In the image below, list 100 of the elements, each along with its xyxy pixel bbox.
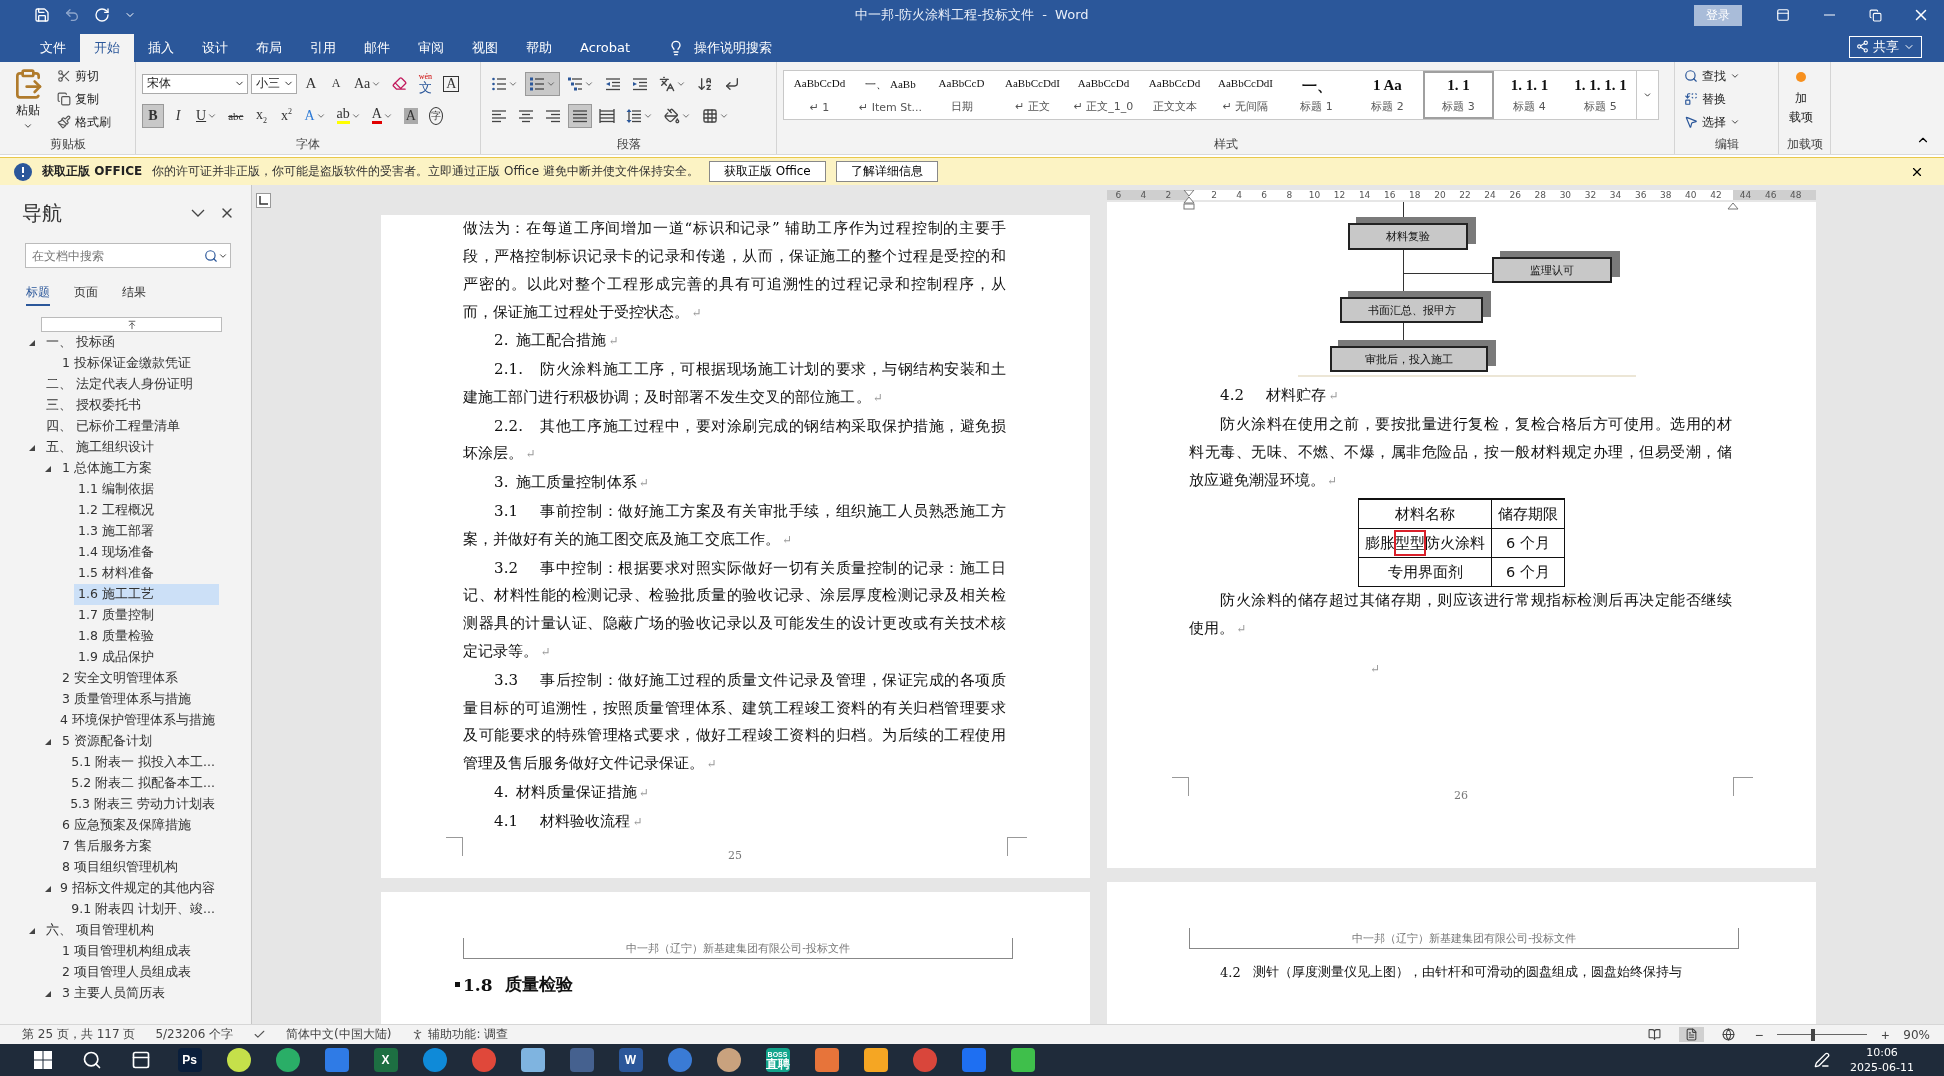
nav-heading-item[interactable]: 5.2 附表二 拟配备本工... <box>67 773 219 795</box>
ribbon-tab[interactable]: 审阅 <box>404 33 458 62</box>
replace-button[interactable]: 替换 <box>1681 88 1743 110</box>
effects-button[interactable]: A <box>300 103 330 128</box>
tab-stop-selector[interactable] <box>256 193 271 209</box>
nav-heading-item[interactable]: 8 项目组织管理机构 <box>58 857 219 879</box>
ribbon-tab[interactable]: 开始 <box>80 33 134 62</box>
expanded-arrow-icon[interactable] <box>28 926 36 935</box>
nav-heading-item[interactable]: 1.4 现场准备 <box>74 542 219 564</box>
pane-tab[interactable]: 标题 <box>26 284 50 307</box>
ribbon-tab[interactable]: 设计 <box>188 33 242 62</box>
clock[interactable]: 10:06 2025-06-11 <box>1850 1046 1914 1074</box>
slider-thumb[interactable] <box>1811 1028 1816 1041</box>
nav-heading-item[interactable]: 9 招标文件规定的其他内容 <box>56 878 219 900</box>
nav-heading-item[interactable]: 1 项目管理机构组成表 <box>58 941 219 963</box>
phonetic-button[interactable]: wén 文 <box>414 71 437 96</box>
nav-heading-item[interactable]: 1.6 施工工艺 <box>74 584 219 606</box>
taskbar-app-button[interactable]: X <box>361 1044 410 1076</box>
nav-heading-item[interactable]: 二、 法定代表人身份证明 <box>42 374 219 396</box>
nav-heading-item[interactable]: 1.7 质量控制 <box>74 605 219 627</box>
highlight-button[interactable]: ab <box>332 103 365 128</box>
nav-heading-item[interactable]: 六、 项目管理机构 <box>42 920 219 942</box>
ribbon-tab[interactable]: 引用 <box>296 33 350 62</box>
cut-button[interactable]: 剪切 <box>54 65 114 87</box>
nav-heading-item[interactable]: 2 项目管理人员组成表 <box>58 962 219 984</box>
nav-heading-item[interactable]: 9.1 附表四 计划开、竣... <box>67 899 219 921</box>
nav-heading-item[interactable]: 5.3 附表三 劳动力计划表 <box>66 794 219 816</box>
ribbon-tab[interactable]: 布局 <box>242 33 296 62</box>
sup-button[interactable]: x$^{2}$ <box>275 103 298 128</box>
search-field[interactable]: 在文档中搜索 <box>25 243 231 269</box>
pane-tab[interactable]: 结果 <box>122 284 146 307</box>
shading-button[interactable]: A <box>399 103 422 128</box>
indent-marker-icon[interactable] <box>1183 190 1195 211</box>
sub-button[interactable]: x$_{2}$ <box>250 103 273 128</box>
save-button[interactable] <box>32 5 52 25</box>
case-button[interactable]: Aa <box>350 71 386 96</box>
pane-options-button[interactable] <box>191 209 205 218</box>
underline-button[interactable]: U <box>192 103 222 128</box>
share-button[interactable]: 共享 <box>1849 35 1922 58</box>
nav-heading-item[interactable]: 7 售后服务方案 <box>58 836 219 858</box>
add-ins-button[interactable]: 加 载项 <box>1785 65 1817 137</box>
style-item[interactable]: 1. 1 标题 3 <box>1423 70 1494 119</box>
tell-me-search[interactable]: 操作说明搜索 <box>662 33 779 62</box>
expanded-arrow-icon[interactable] <box>28 443 36 452</box>
font-size-field[interactable]: 小三 <box>251 73 297 94</box>
message-button[interactable]: 获取正版 Office <box>708 161 826 183</box>
bold-button[interactable]: B <box>142 103 164 128</box>
nav-heading-item[interactable]: 1 投标保证金缴款凭证 <box>58 353 219 375</box>
ribbon-tab[interactable]: 文件 <box>26 33 80 62</box>
select-button[interactable]: 选择 <box>1681 111 1743 133</box>
message-button[interactable]: 了解详细信息 <box>835 161 938 183</box>
painter-button[interactable]: 格式刷 <box>54 111 114 133</box>
expanded-arrow-icon[interactable] <box>44 737 52 746</box>
enclose-button[interactable]: 字 <box>425 103 447 128</box>
expanded-arrow-icon[interactable] <box>28 338 36 347</box>
nav-heading-item[interactable]: 1.5 材料准备 <box>74 563 219 585</box>
nav-heading-item[interactable]: 一、 投标函 <box>42 332 219 354</box>
nav-heading-item[interactable]: 2 安全文明管理体系 <box>58 668 219 690</box>
expanded-arrow-icon[interactable] <box>44 989 52 998</box>
justify-button[interactable] <box>568 103 592 128</box>
color-button[interactable]: A <box>367 103 397 128</box>
paste-button[interactable]: 粘贴 <box>6 65 50 137</box>
nav-heading-item[interactable]: 4 环境保护管理体系与措施 <box>56 710 219 732</box>
redo-button[interactable] <box>92 5 112 25</box>
zoom-out-button[interactable]: − <box>1752 1026 1766 1043</box>
nav-heading-item[interactable]: 1.1 编制依据 <box>74 479 219 501</box>
nav-heading-item[interactable]: 5.1 附表一 拟投入本工... <box>67 752 219 774</box>
ribbon-tab[interactable]: 视图 <box>458 33 512 62</box>
nav-heading-item[interactable]: 三、 授权委托书 <box>42 395 219 417</box>
expanded-arrow-icon[interactable] <box>44 464 52 473</box>
strike-button[interactable]: abc <box>224 103 248 128</box>
nav-heading-item[interactable]: 四、 已标价工程量清单 <box>42 416 219 438</box>
pane-tab[interactable]: 页面 <box>74 284 98 307</box>
zoom-in-button[interactable]: + <box>1879 1026 1892 1043</box>
nav-heading-item[interactable]: 1.3 施工部署 <box>74 521 219 543</box>
shrink-button[interactable]: A <box>325 71 347 96</box>
ribbon-tab[interactable]: 邮件 <box>350 33 404 62</box>
nav-heading-item[interactable]: 五、 施工组织设计 <box>42 437 219 459</box>
taskbar-app-button[interactable]: Ps <box>165 1044 214 1076</box>
search-input[interactable]: 在文档中搜索 <box>30 247 204 264</box>
copy-button[interactable]: 复制 <box>54 88 114 110</box>
font-name-field[interactable]: 宋体 <box>142 73 248 94</box>
nav-heading-item[interactable]: 6 应急预案及保障措施 <box>58 815 219 837</box>
expanded-arrow-icon[interactable] <box>44 884 52 893</box>
nav-heading-item[interactable]: 5 资源配备计划 <box>58 731 219 753</box>
view-button[interactable] <box>1678 1027 1704 1043</box>
grow-button[interactable]: A <box>300 71 322 96</box>
nav-heading-item[interactable]: 1.2 工程概况 <box>74 500 219 522</box>
numbering-button[interactable] <box>525 71 560 96</box>
italic-button[interactable]: I <box>167 103 189 128</box>
nav-heading-item[interactable]: 1.8 质量检验 <box>74 626 219 648</box>
nav-heading-item[interactable]: 3 主要人员简历表 <box>58 983 219 1005</box>
nav-heading-item[interactable]: 3 质量管理体系与措施 <box>58 689 219 711</box>
ribbon-tab[interactable]: Acrobat <box>566 33 645 62</box>
nav-heading-item[interactable]: 1.9 成品保护 <box>74 647 219 669</box>
taskbar-app-button[interactable]: W <box>606 1044 655 1076</box>
ribbon-tab[interactable]: 插入 <box>134 33 188 62</box>
border-button[interactable]: A <box>439 71 464 96</box>
find-button[interactable]: 查找 <box>1681 65 1743 87</box>
nav-heading-item[interactable]: 1 总体施工方案 <box>58 458 219 480</box>
